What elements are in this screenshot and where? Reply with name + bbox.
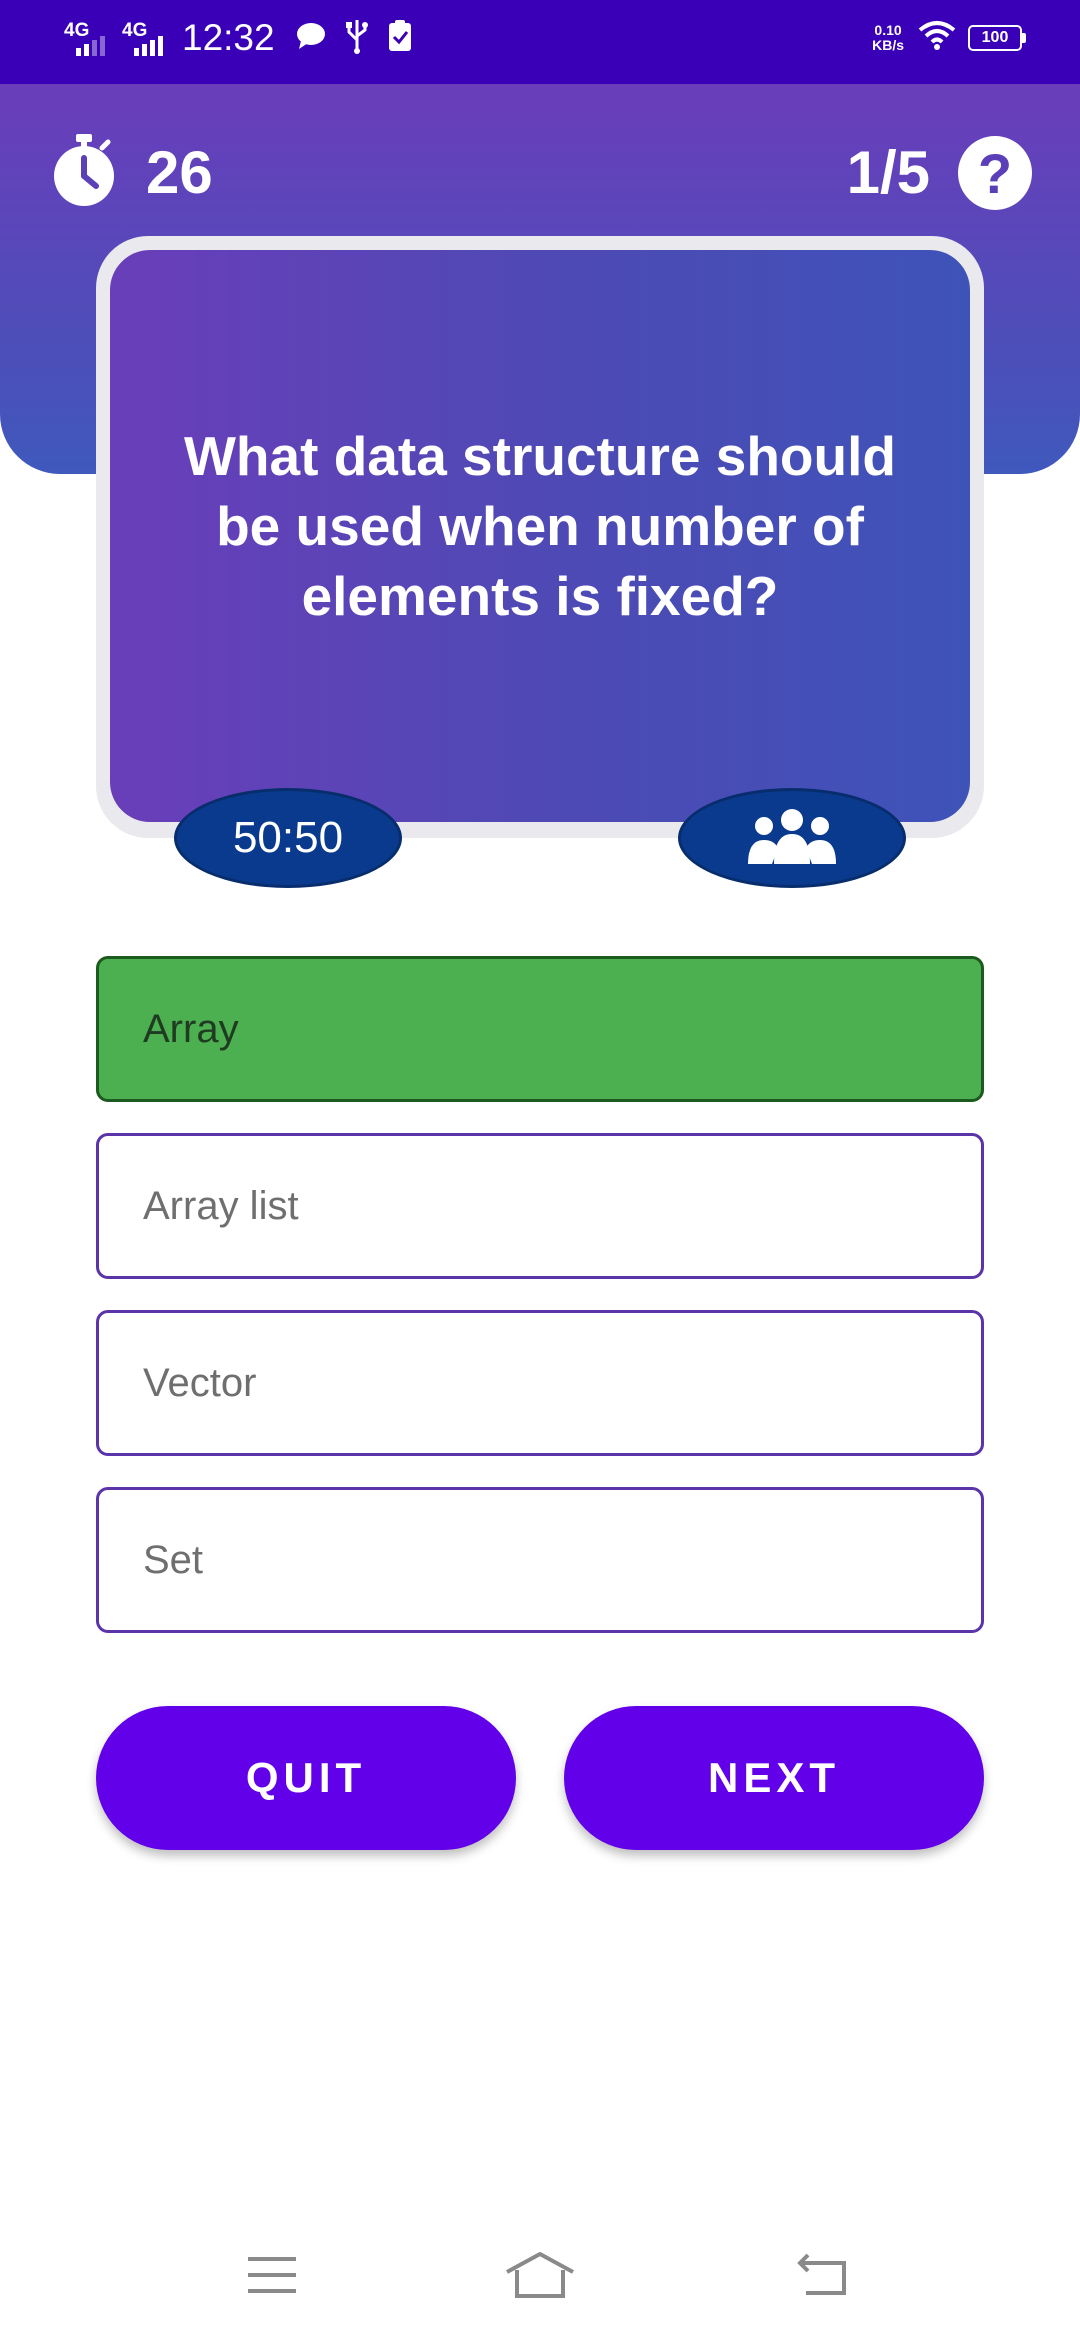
wifi-icon (918, 20, 956, 55)
cell-signal-icon: 4G (62, 16, 114, 60)
answer-option-4[interactable]: Set (96, 1487, 984, 1633)
clipboard-check-icon (387, 19, 413, 58)
chat-icon (295, 21, 327, 56)
stopwatch-icon (52, 132, 116, 213)
usb-icon (345, 18, 369, 59)
battery-icon: 100 (968, 24, 1026, 51)
answer-option-3[interactable]: Vector (96, 1310, 984, 1456)
answer-option-1[interactable]: Array (96, 956, 984, 1102)
answer-label: Array list (143, 1183, 299, 1228)
fifty-fifty-button[interactable]: 50:50 (174, 788, 402, 888)
help-icon[interactable]: ? (958, 136, 1032, 210)
cell-signal-icon-2: 4G (120, 16, 172, 60)
timer: 26 (52, 132, 213, 213)
question-card: What data structure should be used when … (96, 236, 984, 838)
next-button[interactable]: NEXT (564, 1706, 984, 1850)
answer-label: Array (143, 1006, 239, 1051)
question-text: What data structure should be used when … (184, 425, 896, 627)
back-icon[interactable] (782, 2240, 862, 2310)
question-progress: 1/5 (846, 139, 930, 206)
network-speed: 0.10 KB/s (872, 21, 904, 53)
answer-option-2[interactable]: Array list (96, 1133, 984, 1279)
answer-label: Set (143, 1537, 204, 1582)
audience-poll-button[interactable] (678, 788, 906, 888)
timer-value: 26 (146, 139, 213, 206)
answer-label: Vector (143, 1360, 257, 1405)
question-card-inner: What data structure should be used when … (110, 250, 970, 822)
people-group-icon (744, 808, 840, 869)
status-bar: 4G 4G 12:32 0.10 KB/s 100 (0, 0, 1080, 84)
home-icon[interactable] (500, 2240, 580, 2310)
clock: 12:32 (182, 17, 275, 58)
quit-button[interactable]: QUIT (96, 1706, 516, 1850)
menu-icon[interactable] (232, 2240, 312, 2310)
